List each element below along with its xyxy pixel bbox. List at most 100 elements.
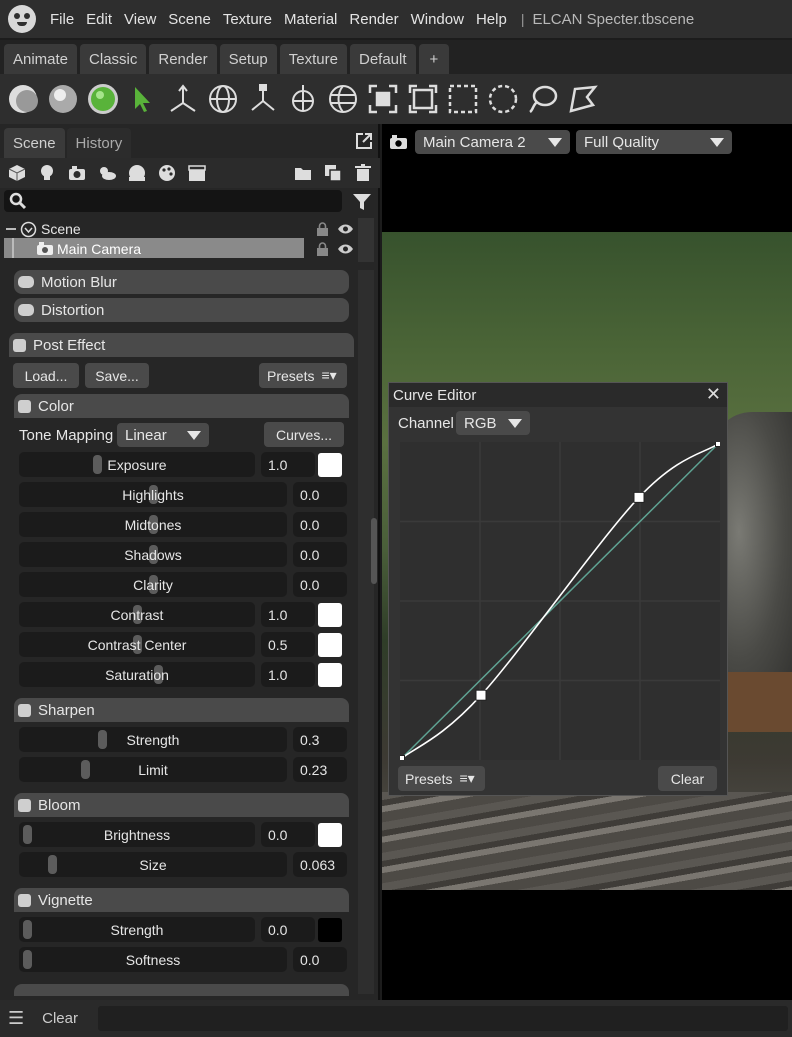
duplicate-icon[interactable] xyxy=(322,162,344,184)
section-color[interactable]: Color xyxy=(14,394,349,418)
saturation-color-swatch[interactable] xyxy=(318,663,342,687)
camera-icon[interactable] xyxy=(66,162,88,184)
bloom-size-slider[interactable]: Size xyxy=(19,852,287,877)
curve-control-point[interactable] xyxy=(715,442,721,447)
section-post-effect[interactable]: Post Effect xyxy=(9,333,354,357)
lock-icon[interactable] xyxy=(316,242,329,256)
tab-default[interactable]: Default xyxy=(349,44,416,74)
sharpen-strength-slider[interactable]: Strength xyxy=(19,727,287,752)
lock-icon[interactable] xyxy=(316,222,329,236)
sky-icon[interactable] xyxy=(96,162,118,184)
menu-texture[interactable]: Texture xyxy=(217,11,278,28)
bloom-brightness-value[interactable]: 0.0 xyxy=(261,822,315,847)
bloom-size-value[interactable]: 0.063 xyxy=(293,852,347,877)
popout-icon[interactable] xyxy=(354,131,374,151)
slider-thumb[interactable] xyxy=(23,950,32,969)
vignette-softness-value[interactable]: 0.0 xyxy=(293,947,347,972)
rect-select-icon[interactable] xyxy=(446,82,480,116)
camera-dropdown[interactable]: Main Camera 2 xyxy=(415,130,570,154)
folder-icon[interactable] xyxy=(292,162,314,184)
filter-icon[interactable] xyxy=(352,192,372,212)
tree-row-main-camera[interactable]: Main Camera xyxy=(0,238,358,260)
add-tab-button[interactable]: + xyxy=(418,44,450,74)
tab-setup[interactable]: Setup xyxy=(219,44,277,74)
tab-history[interactable]: History xyxy=(66,128,132,158)
tone-mapping-dropdown[interactable]: Linear xyxy=(117,423,209,447)
tab-classic[interactable]: Classic xyxy=(80,44,147,74)
properties-scrollbar[interactable] xyxy=(358,270,374,994)
section-vignette[interactable]: Vignette xyxy=(14,888,349,912)
exposure-value[interactable]: 1.0 xyxy=(261,452,315,477)
frame-all-icon[interactable] xyxy=(406,82,440,116)
rotate-globe-icon[interactable] xyxy=(206,82,240,116)
menu-window[interactable]: Window xyxy=(405,11,470,28)
collapse-icon[interactable] xyxy=(6,228,16,230)
menu-render[interactable]: Render xyxy=(343,11,404,28)
tree-scrollbar[interactable] xyxy=(358,218,374,262)
exposure-color-swatch[interactable] xyxy=(318,453,342,477)
section-motion-blur[interactable]: Motion Blur xyxy=(14,270,349,294)
tab-texture[interactable]: Texture xyxy=(279,44,347,74)
shadows-value[interactable]: 0.0 xyxy=(293,542,347,567)
clarity-slider[interactable]: Clarity xyxy=(19,572,287,597)
eye-icon[interactable] xyxy=(337,243,354,255)
bloom-color-swatch[interactable] xyxy=(318,823,342,847)
curve-presets-button[interactable]: Presets ≡▾ xyxy=(398,766,485,791)
scale-axes-icon[interactable] xyxy=(246,82,280,116)
search-input[interactable] xyxy=(4,190,342,212)
slider-thumb[interactable] xyxy=(80,760,90,779)
menu-help[interactable]: Help xyxy=(470,11,513,28)
select-arrow-icon[interactable] xyxy=(126,82,160,116)
curve-clear-button[interactable]: Clear xyxy=(658,766,717,791)
slider-thumb[interactable] xyxy=(98,730,108,749)
eye-icon[interactable] xyxy=(337,223,354,235)
clapperboard-icon[interactable] xyxy=(186,162,208,184)
material-sphere-icon[interactable] xyxy=(86,82,120,116)
properties-scroll-thumb[interactable] xyxy=(371,518,377,584)
tab-render[interactable]: Render xyxy=(149,44,217,74)
menu-material[interactable]: Material xyxy=(278,11,343,28)
status-clear-button[interactable]: Clear xyxy=(42,1010,78,1027)
paint-select-icon[interactable] xyxy=(566,82,600,116)
menu-edit[interactable]: Edit xyxy=(80,11,118,28)
sharpen-strength-value[interactable]: 0.3 xyxy=(293,727,347,752)
light-bulb-icon[interactable] xyxy=(36,162,58,184)
midtones-slider[interactable]: Midtones xyxy=(19,512,287,537)
contrast-center-color-swatch[interactable] xyxy=(318,633,342,657)
contrast-center-value[interactable]: 0.5 xyxy=(261,632,315,657)
trash-icon[interactable] xyxy=(352,162,374,184)
shaded-sphere-icon[interactable] xyxy=(6,82,40,116)
glossy-sphere-icon[interactable] xyxy=(46,82,80,116)
channel-dropdown[interactable]: RGB xyxy=(456,411,530,435)
section-next-partial[interactable] xyxy=(14,984,349,996)
tab-scene[interactable]: Scene xyxy=(4,128,65,158)
clarity-value[interactable]: 0.0 xyxy=(293,572,347,597)
save-button[interactable]: Save... xyxy=(85,363,149,388)
curve-control-point[interactable] xyxy=(475,689,487,701)
slider-thumb[interactable] xyxy=(48,855,58,874)
curve-graph[interactable] xyxy=(400,442,720,760)
tab-animate[interactable]: Animate xyxy=(4,44,78,74)
circle-select-icon[interactable] xyxy=(486,82,520,116)
exposure-slider[interactable]: Exposure xyxy=(19,452,255,477)
sharpen-limit-slider[interactable]: Limit xyxy=(19,757,287,782)
load-button[interactable]: Load... xyxy=(13,363,79,388)
contrast-slider[interactable]: Contrast xyxy=(19,602,255,627)
contrast-center-slider[interactable]: Contrast Center xyxy=(19,632,255,657)
close-icon[interactable]: ✕ xyxy=(706,384,721,405)
curve-control-point[interactable] xyxy=(400,755,405,761)
section-sharpen[interactable]: Sharpen xyxy=(14,698,349,722)
cube-icon[interactable] xyxy=(6,162,28,184)
vignette-color-swatch[interactable] xyxy=(318,918,342,942)
curve-control-point[interactable] xyxy=(633,491,645,503)
vignette-softness-slider[interactable]: Softness xyxy=(19,947,287,972)
curve-editor-window[interactable]: Curve Editor ✕ Channel RGB Presets ≡▾ Cle… xyxy=(388,382,728,796)
highlights-slider[interactable]: Highlights xyxy=(19,482,287,507)
transform-icon[interactable] xyxy=(286,82,320,116)
menu-scene[interactable]: Scene xyxy=(162,11,217,28)
section-bloom[interactable]: Bloom xyxy=(14,793,349,817)
world-globe-icon[interactable] xyxy=(326,82,360,116)
shader-ball-icon[interactable] xyxy=(126,162,148,184)
slider-thumb[interactable] xyxy=(93,455,103,474)
slider-thumb[interactable] xyxy=(23,920,32,939)
